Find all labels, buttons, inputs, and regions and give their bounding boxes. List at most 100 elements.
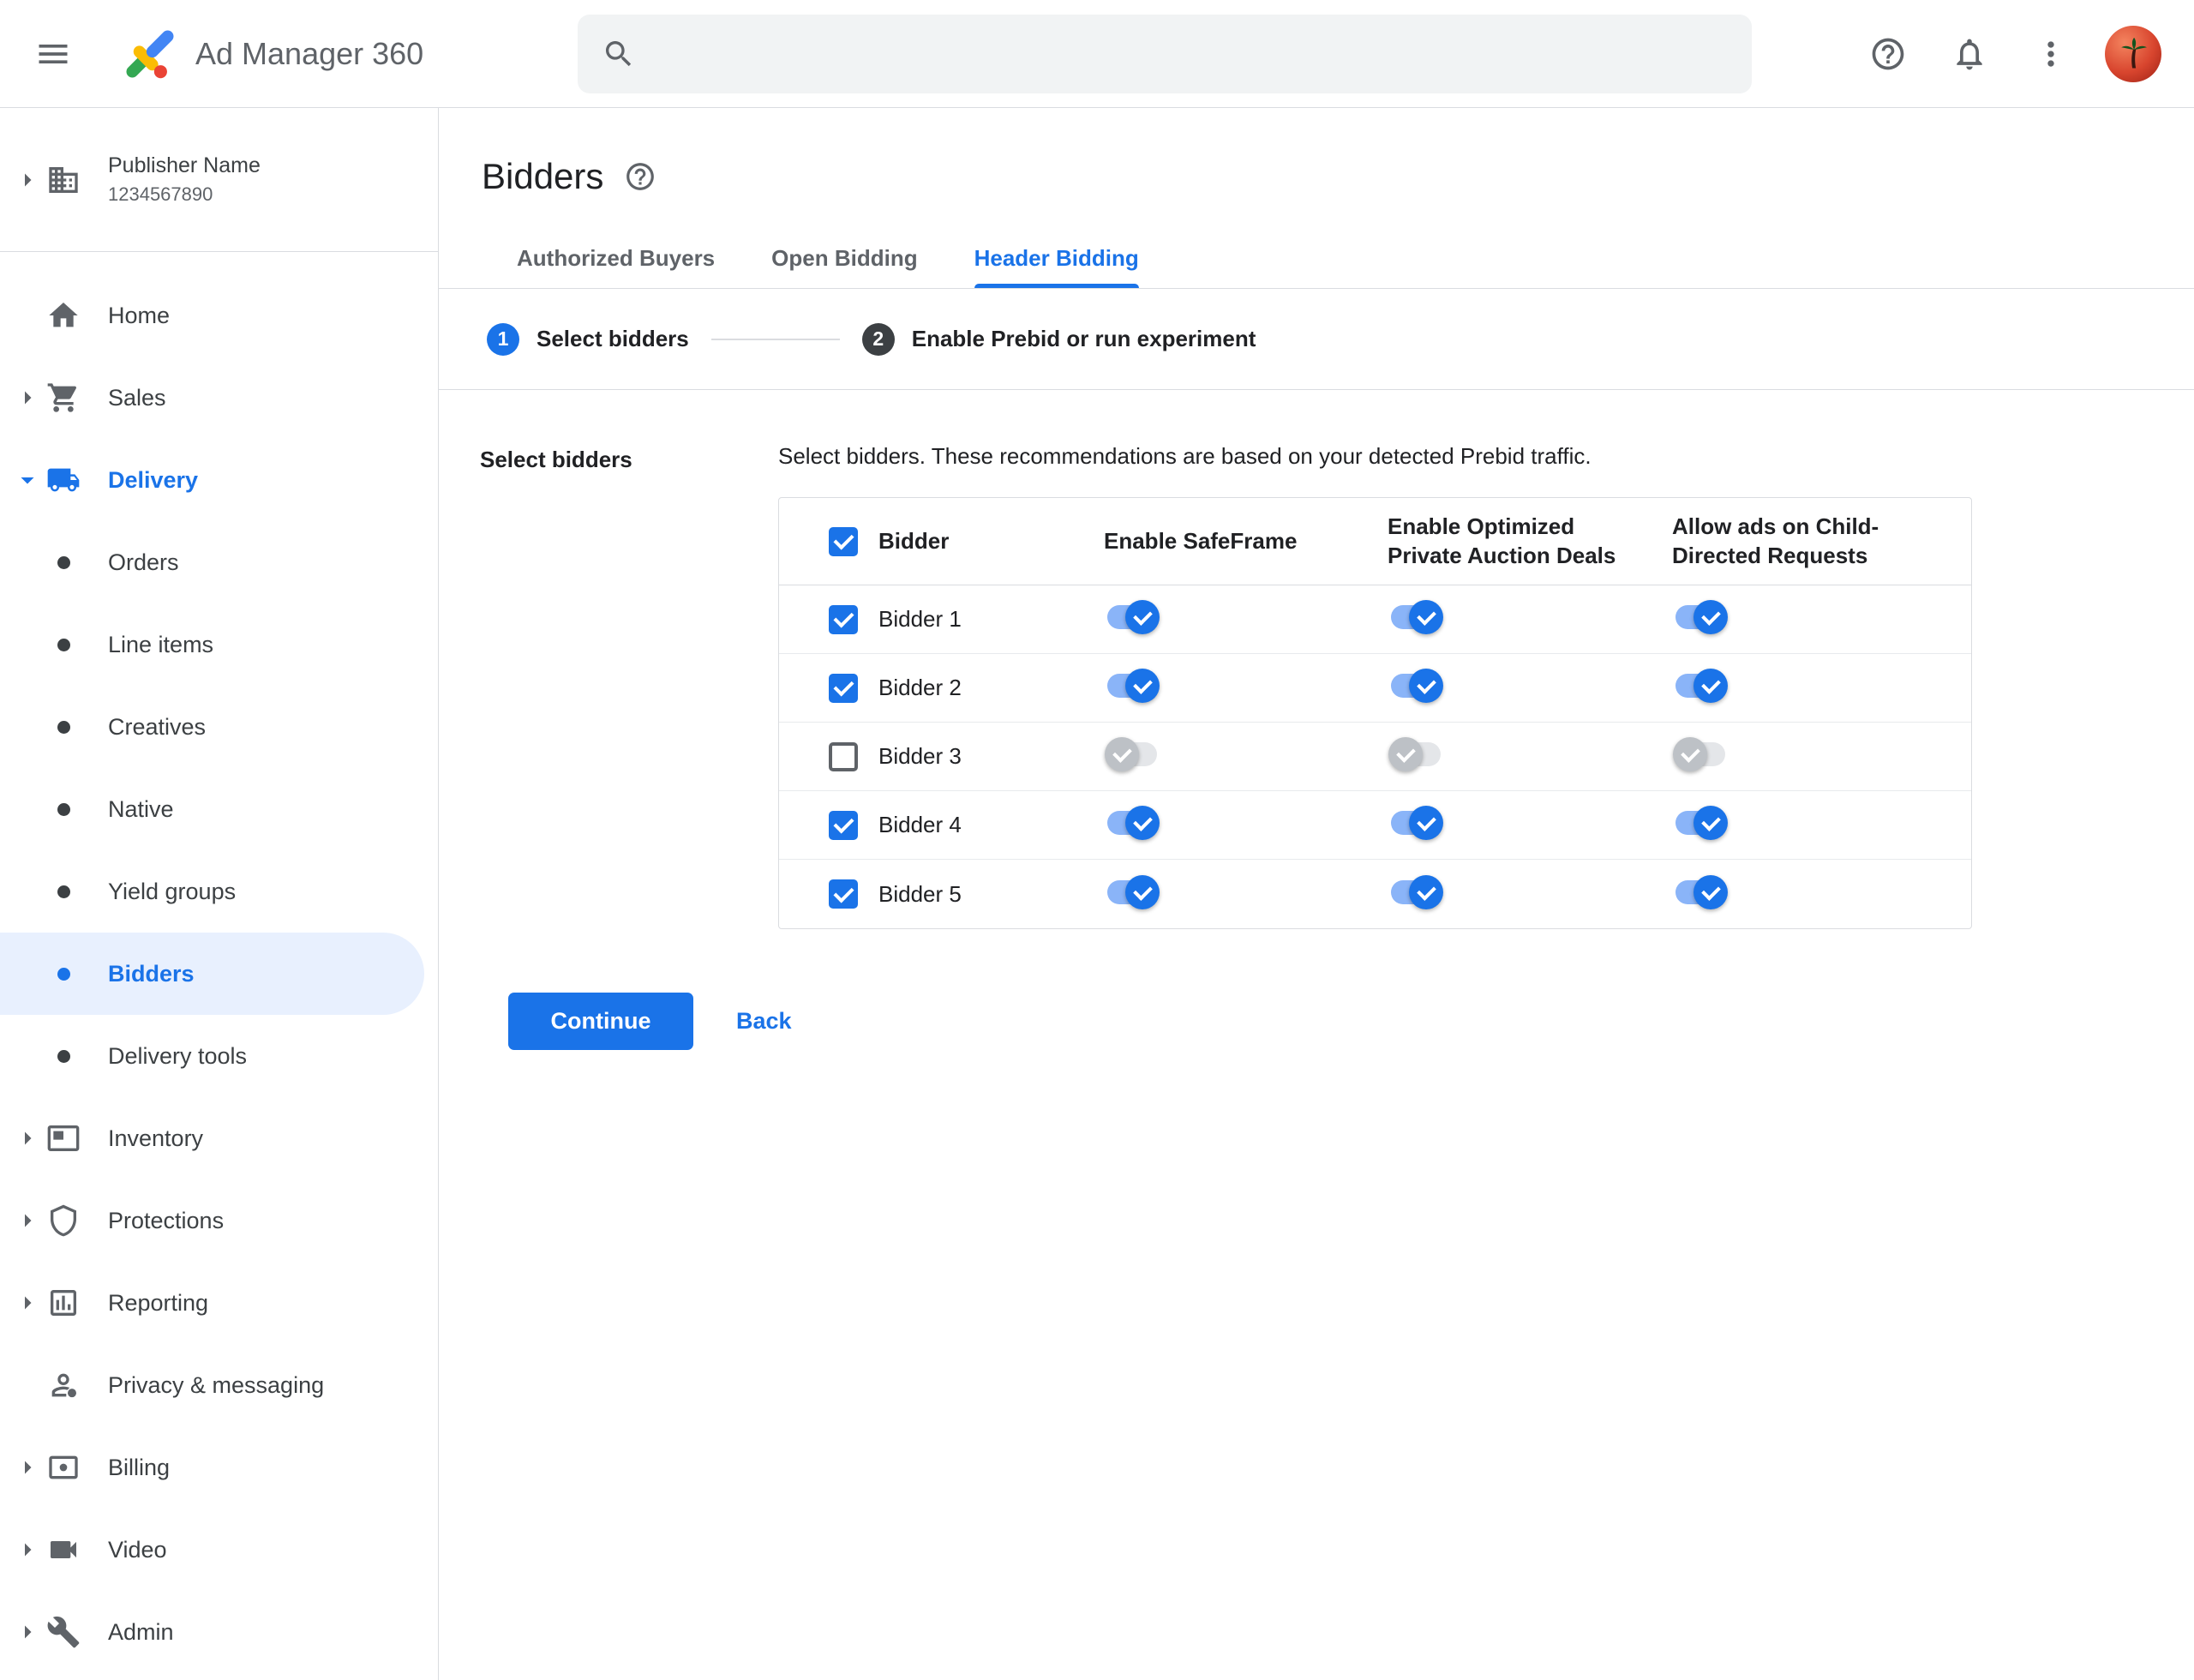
optimized-deals-toggle[interactable] — [1391, 806, 1443, 840]
child-directed-toggle[interactable] — [1675, 669, 1728, 703]
shield-icon — [46, 1203, 81, 1238]
child-directed-toggle[interactable] — [1675, 600, 1728, 634]
help-icon[interactable] — [1861, 27, 1915, 81]
step-2-enable-prebid[interactable]: 2 Enable Prebid or run experiment — [861, 322, 1256, 356]
tab-open-bidding[interactable]: Open Bidding — [743, 228, 945, 288]
section-label: Select bidders — [480, 447, 632, 472]
inventory-icon — [46, 1121, 81, 1155]
sidebar-item-admin[interactable]: Admin — [0, 1591, 438, 1673]
sidebar-subitem-orders[interactable]: Orders — [0, 521, 438, 603]
bar-chart-icon — [46, 1286, 81, 1320]
sidebar-item-privacy-messaging[interactable]: Privacy & messaging — [0, 1344, 438, 1426]
sidebar-item-sales[interactable]: Sales — [0, 357, 438, 439]
menu-icon[interactable] — [26, 27, 81, 81]
sidebar-subitem-native[interactable]: Native — [0, 768, 438, 850]
tab-bar: Authorized Buyers Open Bidding Header Bi… — [439, 228, 2194, 289]
column-header-optimized-deals: Enable Optimized Private Auction Deals — [1388, 513, 1616, 568]
step-connector — [710, 338, 840, 340]
publisher-id: 1234567890 — [108, 183, 213, 205]
step-label: Select bidders — [537, 326, 689, 351]
row-checkbox[interactable] — [829, 879, 858, 909]
ad-manager-logo[interactable] — [122, 26, 178, 82]
billing-icon — [46, 1450, 81, 1485]
continue-button[interactable]: Continue — [508, 993, 693, 1050]
wrench-icon — [46, 1615, 81, 1649]
person-icon — [46, 1368, 81, 1402]
chevron-right-icon — [12, 1452, 43, 1483]
sidebar-item-reporting[interactable]: Reporting — [0, 1262, 438, 1344]
sidebar-subitem-yield-groups[interactable]: Yield groups — [0, 850, 438, 933]
bullet-icon — [57, 555, 70, 569]
step-number: 2 — [861, 322, 895, 356]
avatar[interactable] — [2105, 25, 2161, 82]
table-row: Bidder 1 — [779, 585, 1971, 654]
notifications-icon[interactable] — [1942, 27, 1997, 81]
bullet-icon — [57, 720, 70, 734]
search-input[interactable] — [655, 39, 1729, 68]
truck-icon — [46, 463, 81, 497]
sidebar-item-inventory[interactable]: Inventory — [0, 1097, 438, 1179]
sidebar-subitem-line-items[interactable]: Line items — [0, 603, 438, 686]
table-row: Bidder 5 — [779, 860, 1971, 928]
search-icon — [606, 40, 632, 66]
sidebar-item-protections[interactable]: Protections — [0, 1179, 438, 1262]
optimized-deals-toggle[interactable] — [1391, 669, 1443, 703]
sidebar-item-video[interactable]: Video — [0, 1509, 438, 1591]
sidebar-subitem-bidders[interactable]: Bidders — [0, 933, 424, 1015]
step-1-select-bidders[interactable]: 1 Select bidders — [487, 322, 689, 356]
chevron-right-icon — [12, 382, 43, 413]
child-directed-toggle[interactable] — [1675, 874, 1728, 909]
bullet-icon — [57, 885, 70, 898]
page-help-icon[interactable] — [624, 160, 656, 193]
safeframe-toggle[interactable] — [1105, 737, 1157, 771]
top-app-bar: Ad Manager 360 — [0, 0, 2194, 108]
palm-tree-icon — [2121, 37, 2147, 68]
row-checkbox[interactable] — [829, 604, 858, 634]
page-title: Bidders — [482, 156, 604, 196]
back-button[interactable]: Back — [736, 1008, 792, 1035]
bidder-name: Bidder 5 — [878, 880, 962, 907]
bullet-icon — [57, 802, 70, 816]
bidder-name: Bidder 3 — [878, 743, 962, 769]
sidebar: Publisher Name 1234567890 Home Sales Del… — [0, 108, 439, 1680]
bidders-table: Bidder Enable SafeFrame Enable Optimized… — [778, 497, 1972, 929]
chevron-right-icon — [12, 1534, 43, 1565]
sidebar-item-home[interactable]: Home — [0, 274, 438, 357]
sidebar-nav: Home Sales Delivery Orders Line items Cr… — [0, 252, 438, 1673]
step-number: 1 — [487, 322, 519, 356]
optimized-deals-toggle[interactable] — [1388, 737, 1441, 771]
sidebar-item-billing[interactable]: Billing — [0, 1426, 438, 1509]
chevron-right-icon — [12, 165, 43, 195]
safeframe-toggle[interactable] — [1107, 669, 1160, 703]
sidebar-item-delivery[interactable]: Delivery — [0, 439, 438, 521]
row-checkbox[interactable] — [829, 741, 858, 771]
safeframe-toggle[interactable] — [1107, 874, 1160, 909]
child-directed-toggle[interactable] — [1675, 806, 1728, 840]
search-bar — [578, 14, 1753, 93]
child-directed-toggle[interactable] — [1673, 737, 1725, 771]
safeframe-toggle[interactable] — [1107, 806, 1160, 840]
select-all-checkbox[interactable] — [829, 526, 858, 556]
sidebar-subitem-delivery-tools[interactable]: Delivery tools — [0, 1015, 438, 1097]
optimized-deals-toggle[interactable] — [1391, 874, 1443, 909]
publisher-selector[interactable]: Publisher Name 1234567890 — [0, 108, 438, 252]
more-vert-icon[interactable] — [2023, 27, 2078, 81]
stepper: 1 Select bidders 2 Enable Prebid or run … — [439, 289, 2194, 390]
home-icon — [46, 298, 81, 333]
sidebar-subitem-creatives[interactable]: Creatives — [0, 686, 438, 768]
publisher-name: Publisher Name — [108, 153, 261, 177]
row-checkbox[interactable] — [829, 810, 858, 840]
safeframe-toggle[interactable] — [1107, 600, 1160, 634]
tab-header-bidding[interactable]: Header Bidding — [946, 228, 1167, 288]
tab-authorized-buyers[interactable]: Authorized Buyers — [489, 228, 743, 288]
row-checkbox[interactable] — [829, 673, 858, 703]
chevron-right-icon — [12, 1617, 43, 1647]
cart-icon — [46, 381, 81, 415]
optimized-deals-toggle[interactable] — [1391, 600, 1443, 634]
